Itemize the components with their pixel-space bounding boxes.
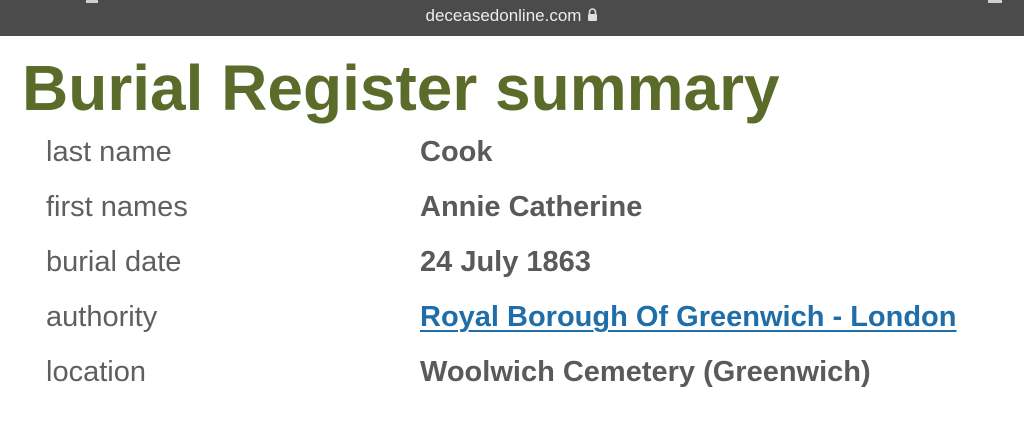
field-value: Cook [420, 136, 493, 168]
field-label: last name [46, 136, 172, 168]
record-row-burial-date: burial date 24 July 1863 [0, 242, 1024, 282]
lock-icon [587, 6, 598, 28]
browser-control-fragment[interactable] [86, 0, 98, 3]
record-row-first-names: first names Annie Catherine [0, 187, 1024, 227]
field-value: 24 July 1863 [420, 246, 591, 278]
browser-address-bar: deceasedonline.com [0, 0, 1024, 36]
field-label: location [46, 356, 146, 388]
url-text: deceasedonline.com [425, 6, 582, 25]
field-value: Annie Catherine [420, 191, 643, 223]
record-row-authority: authority Royal Borough Of Greenwich - L… [0, 297, 1024, 337]
field-value: Woolwich Cemetery (Greenwich) [420, 356, 871, 388]
field-label: burial date [46, 246, 182, 278]
authority-link[interactable]: Royal Borough Of Greenwich - London [420, 297, 957, 337]
page-title: Burial Register summary [22, 52, 780, 124]
record-row-location: location Woolwich Cemetery (Greenwich) [0, 352, 1024, 392]
url-field[interactable]: deceasedonline.com [0, 5, 1024, 28]
browser-control-fragment[interactable] [988, 0, 1002, 3]
field-label: authority [46, 301, 158, 333]
field-label: first names [46, 191, 188, 223]
record-row-last-name: last name Cook [0, 132, 1024, 172]
